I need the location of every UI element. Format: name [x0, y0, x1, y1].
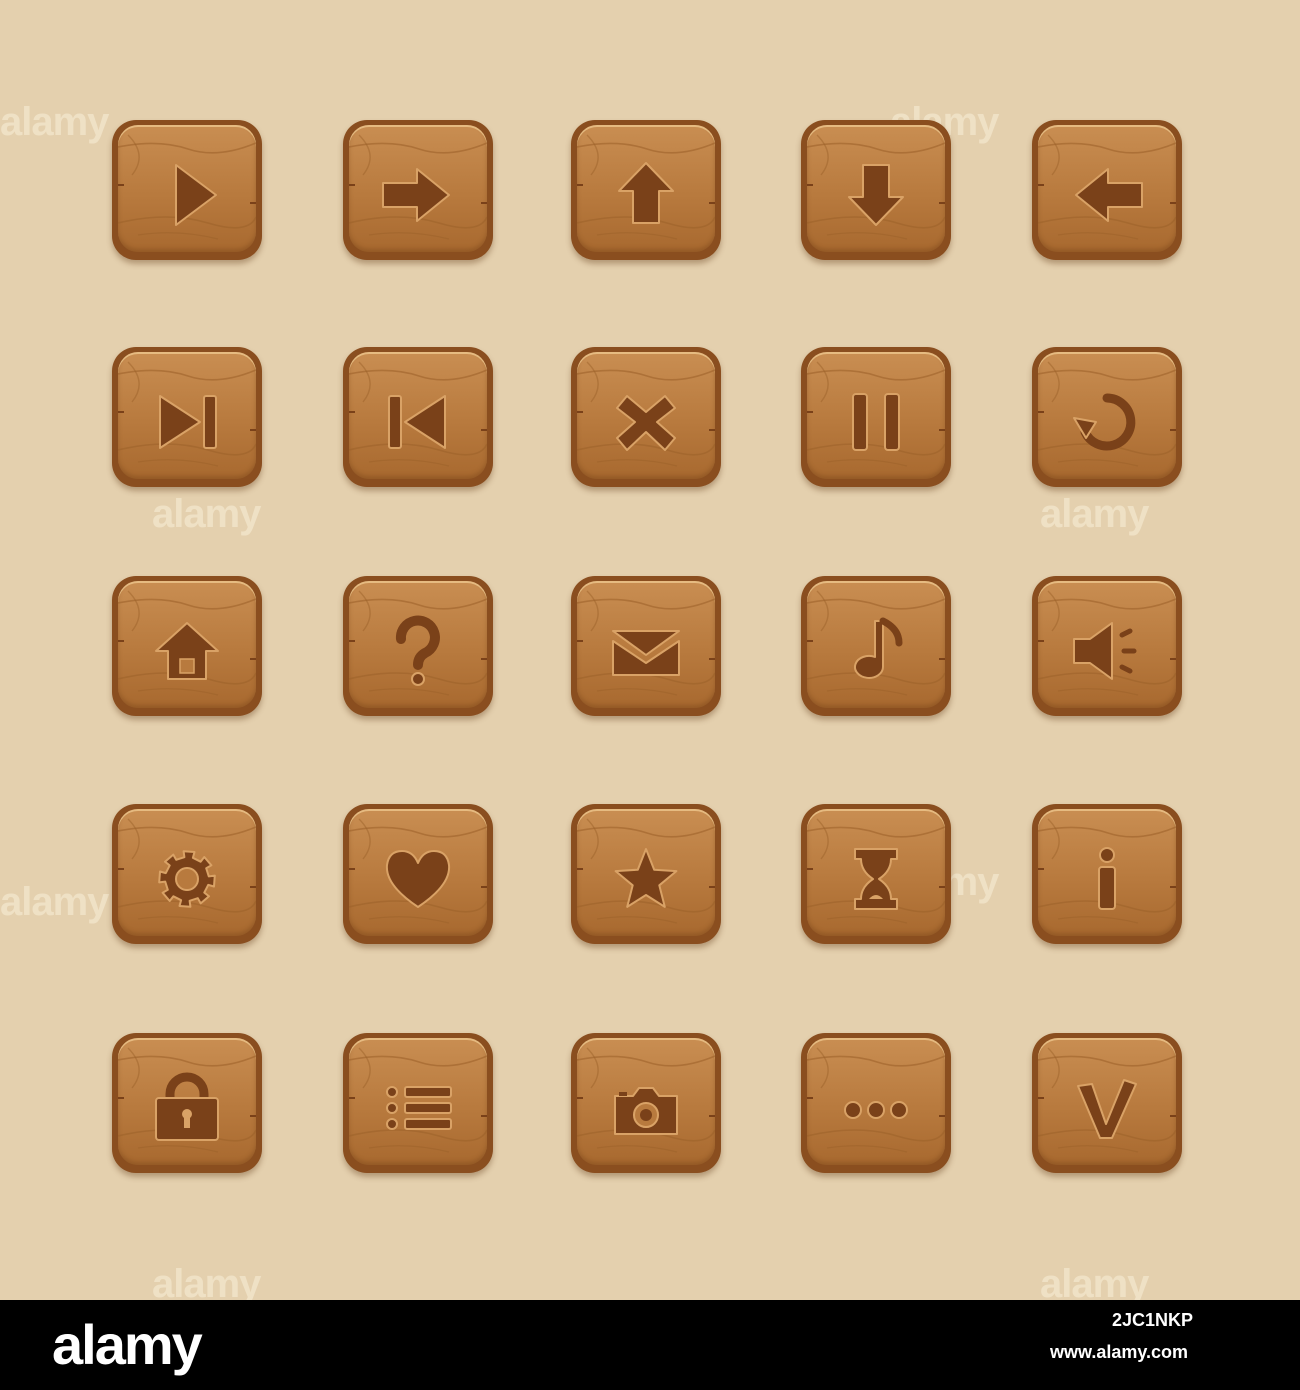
arrow-right-button[interactable] — [343, 120, 493, 260]
button-face — [118, 809, 256, 936]
button-face — [577, 809, 715, 936]
button-face — [118, 1038, 256, 1165]
restart-icon — [1038, 352, 1176, 479]
icon-sheet: alamy alamy alamy alamy alamy alamy alam… — [0, 0, 1300, 1306]
button-face — [577, 352, 715, 479]
button-face — [118, 125, 256, 252]
button-face — [1038, 125, 1176, 252]
footer-bar: alamy 2JC1NKP www.alamy.com — [0, 1300, 1300, 1390]
hourglass-icon — [807, 809, 945, 936]
button-face — [807, 125, 945, 252]
skip-back-icon — [349, 352, 487, 479]
question-button[interactable] — [343, 576, 493, 716]
button-face — [1038, 809, 1176, 936]
more-icon — [807, 1038, 945, 1165]
home-button[interactable] — [112, 576, 262, 716]
play-button[interactable] — [112, 120, 262, 260]
list-button[interactable] — [343, 1033, 493, 1173]
button-face — [118, 352, 256, 479]
camera-icon — [577, 1038, 715, 1165]
button-face — [1038, 1038, 1176, 1165]
arrow-right-icon — [349, 125, 487, 252]
check-button[interactable] — [1032, 1033, 1182, 1173]
button-face — [1038, 352, 1176, 479]
button-face — [349, 352, 487, 479]
button-face — [349, 581, 487, 708]
button-face — [577, 1038, 715, 1165]
button-face — [349, 809, 487, 936]
skip-forward-icon — [118, 352, 256, 479]
button-face — [807, 1038, 945, 1165]
info-button[interactable] — [1032, 804, 1182, 944]
mail-icon — [577, 581, 715, 708]
button-face — [807, 809, 945, 936]
arrow-up-icon — [577, 125, 715, 252]
list-icon — [349, 1038, 487, 1165]
watermark: alamy — [1040, 492, 1149, 536]
arrow-down-button[interactable] — [801, 120, 951, 260]
play-icon — [118, 125, 256, 252]
sound-icon — [1038, 581, 1176, 708]
music-icon — [807, 581, 945, 708]
lock-icon — [118, 1038, 256, 1165]
arrow-left-icon — [1038, 125, 1176, 252]
image-id: 2JC1NKP — [1112, 1310, 1194, 1330]
gear-button[interactable] — [112, 804, 262, 944]
button-face — [577, 125, 715, 252]
check-icon — [1038, 1038, 1176, 1165]
sound-button[interactable] — [1032, 576, 1182, 716]
watermark: alamy — [152, 492, 261, 536]
pause-icon — [807, 352, 945, 479]
star-icon — [577, 809, 715, 936]
camera-button[interactable] — [571, 1033, 721, 1173]
watermark: alamy — [0, 880, 109, 924]
home-icon — [118, 581, 256, 708]
info-icon — [1038, 809, 1176, 936]
arrow-left-button[interactable] — [1032, 120, 1182, 260]
skip-forward-button[interactable] — [112, 347, 262, 487]
question-icon — [349, 581, 487, 708]
close-button[interactable] — [571, 347, 721, 487]
close-icon — [577, 352, 715, 479]
button-face — [118, 581, 256, 708]
gear-icon — [118, 809, 256, 936]
music-button[interactable] — [801, 576, 951, 716]
skip-back-button[interactable] — [343, 347, 493, 487]
button-face — [349, 125, 487, 252]
mail-button[interactable] — [571, 576, 721, 716]
pause-button[interactable] — [801, 347, 951, 487]
arrow-up-button[interactable] — [571, 120, 721, 260]
alamy-logo: alamy — [52, 1313, 203, 1376]
more-button[interactable] — [801, 1033, 951, 1173]
button-face — [807, 581, 945, 708]
restart-button[interactable] — [1032, 347, 1182, 487]
site-url: www.alamy.com — [1050, 1342, 1189, 1362]
heart-icon — [349, 809, 487, 936]
heart-button[interactable] — [343, 804, 493, 944]
lock-button[interactable] — [112, 1033, 262, 1173]
button-face — [577, 581, 715, 708]
watermark: alamy — [0, 100, 109, 144]
button-face — [349, 1038, 487, 1165]
button-face — [807, 352, 945, 479]
arrow-down-icon — [807, 125, 945, 252]
hourglass-button[interactable] — [801, 804, 951, 944]
star-button[interactable] — [571, 804, 721, 944]
button-face — [1038, 581, 1176, 708]
